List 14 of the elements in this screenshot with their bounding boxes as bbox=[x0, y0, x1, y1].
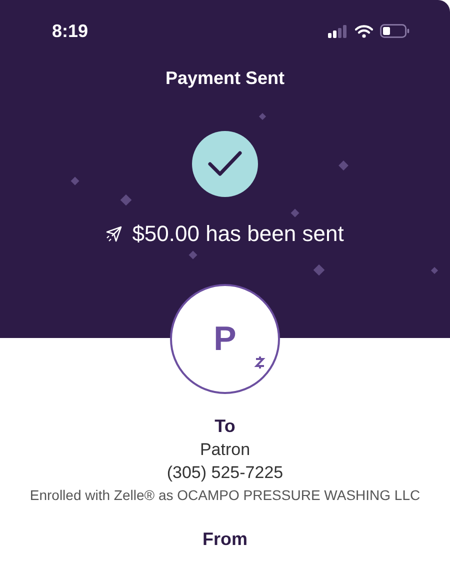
page-title: Payment Sent bbox=[165, 68, 285, 89]
checkmark-icon bbox=[192, 131, 258, 197]
status-time: 8:19 bbox=[52, 20, 88, 42]
battery-icon bbox=[380, 24, 410, 38]
zelle-icon bbox=[254, 354, 266, 370]
recipient-name: Patron bbox=[200, 440, 250, 460]
to-label: To bbox=[214, 416, 236, 437]
from-label: From bbox=[202, 529, 248, 550]
enrollment-text: Enrolled with Zelle® as OCAMPO PRESSURE WASHING LLC bbox=[30, 487, 420, 503]
wifi-icon bbox=[355, 24, 373, 38]
signal-icon bbox=[328, 24, 348, 38]
paper-plane-icon bbox=[106, 226, 122, 242]
recipient-phone: (305) 525-7225 bbox=[166, 463, 284, 483]
amount-sent-text: $50.00 has been sent bbox=[132, 221, 344, 247]
